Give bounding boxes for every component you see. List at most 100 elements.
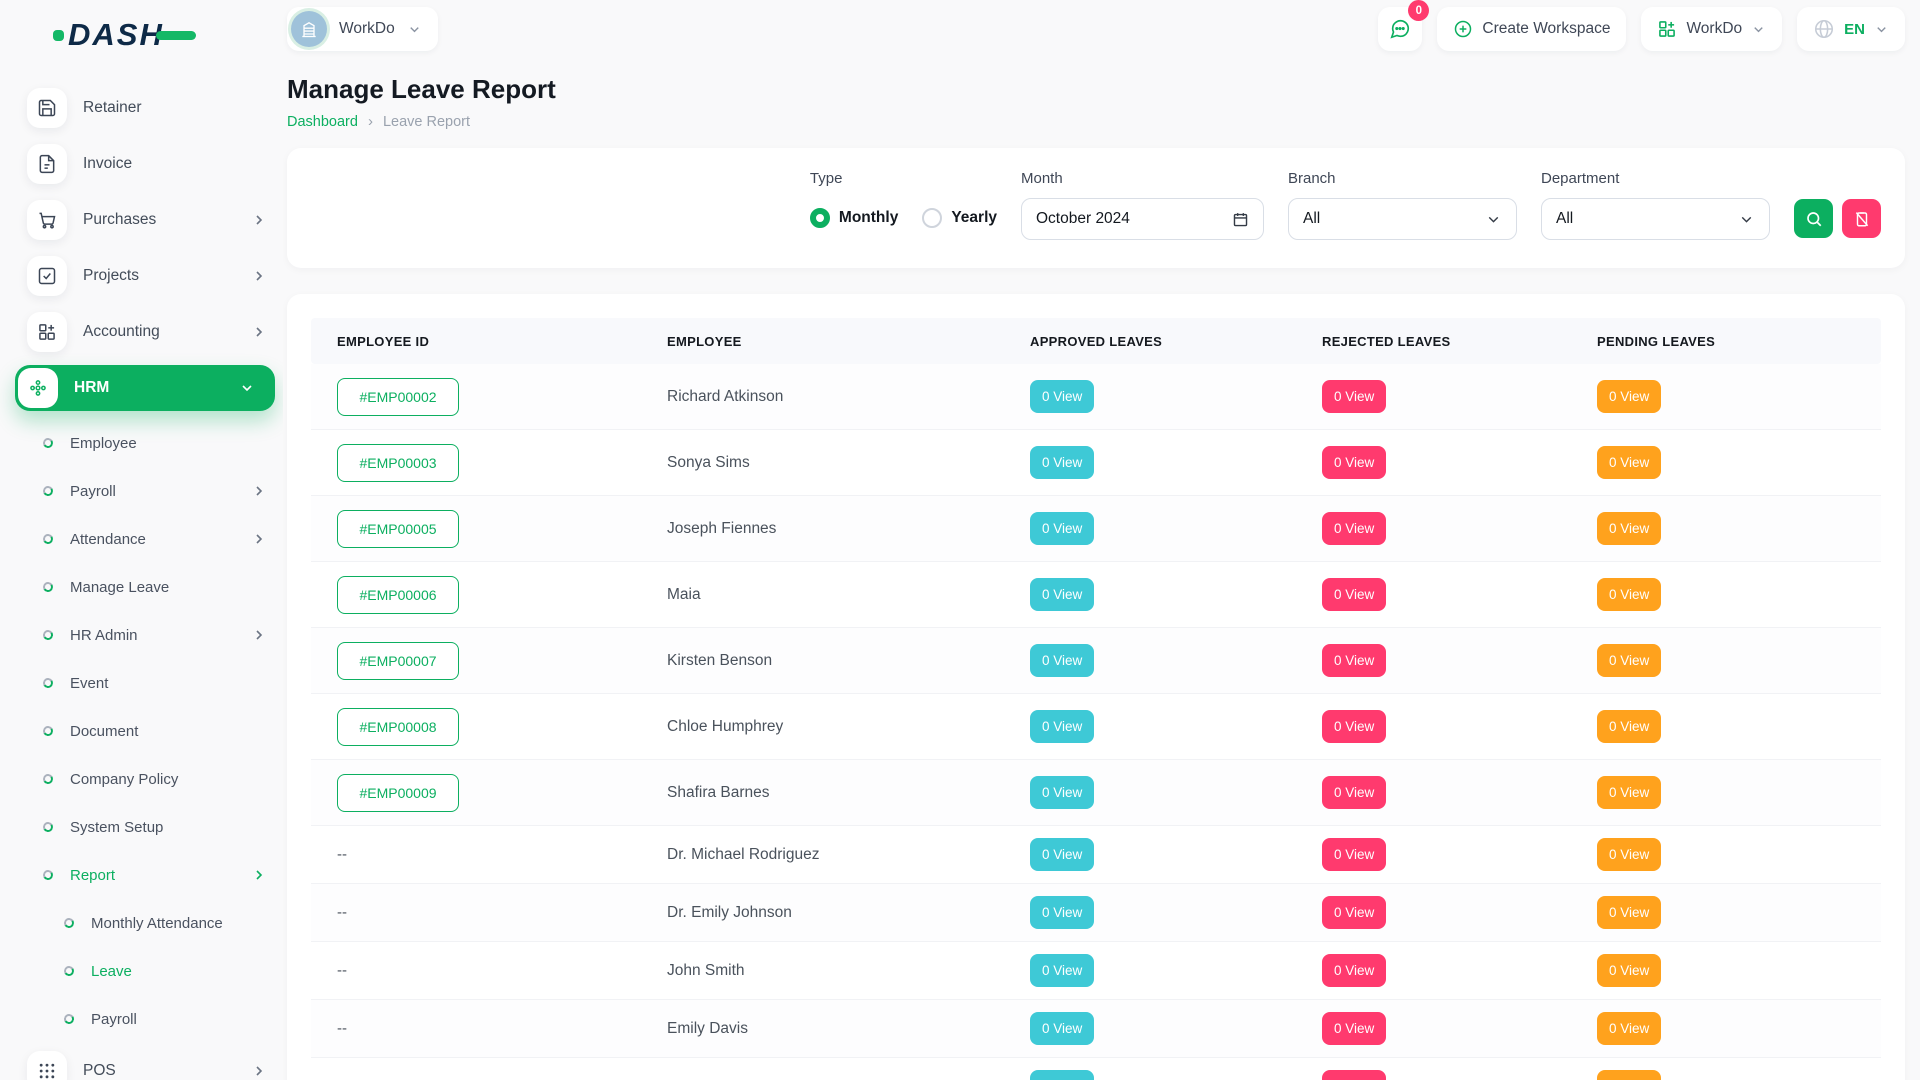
sidebar-item-document[interactable]: Document [27,707,267,755]
approved-leaves-badge[interactable]: 0 View [1030,776,1094,809]
workspace-switcher[interactable]: WorkDo [1641,7,1782,51]
sidebar-item-system-setup[interactable]: System Setup [27,803,267,851]
sidebar-item-retainer[interactable]: Retainer [27,80,267,136]
chevron-right-icon [251,531,267,547]
sidebar-item-event[interactable]: Event [27,659,267,707]
sidebar-item-payroll[interactable]: Payroll [27,467,267,515]
sidebar-item-employee[interactable]: Employee [27,419,267,467]
reset-button[interactable] [1842,199,1881,238]
building-icon [291,11,327,47]
pending-leaves-badge[interactable]: 0 View [1597,1070,1661,1080]
sidebar-item-pos[interactable]: POS [27,1043,267,1080]
workspace-label: WorkDo [339,20,395,38]
sidebar-item-monthly-attendance[interactable]: Monthly Attendance [27,899,267,947]
employee-id-chip[interactable]: #EMP00005 [337,510,459,548]
employee-name: Joseph Fiennes [667,520,1030,538]
bullet-icon [42,869,54,881]
table-row: #EMP00003Sonya Sims0 View0 View0 View [311,430,1881,496]
radio-monthly[interactable]: Monthly [810,208,898,228]
pending-leaves-badge[interactable]: 0 View [1597,896,1661,929]
employee-id-chip[interactable]: #EMP00006 [337,576,459,614]
employee-name: Dr. Michael Rodriguez [667,846,1030,864]
employee-name: Emily Davis [667,1020,1030,1038]
hrm-icon [18,368,58,408]
workspace-pill[interactable]: WorkDo [287,7,438,51]
approved-leaves-badge[interactable]: 0 View [1030,1070,1094,1080]
rejected-leaves-badge[interactable]: 0 View [1322,446,1386,479]
pending-leaves-badge[interactable]: 0 View [1597,776,1661,809]
sidebar-item-label: HRM [74,379,109,397]
employee-id-chip[interactable]: #EMP00002 [337,378,459,416]
type-filter: Type Monthly Yearly [810,170,997,238]
rejected-leaves-badge[interactable]: 0 View [1322,644,1386,677]
rejected-leaves-badge[interactable]: 0 View [1322,1012,1386,1045]
radio-yearly[interactable]: Yearly [922,208,997,228]
approved-leaves-badge[interactable]: 0 View [1030,380,1094,413]
department-select[interactable]: All [1541,198,1770,240]
rejected-leaves-badge[interactable]: 0 View [1322,954,1386,987]
dash-logo[interactable]: DASH [27,12,267,58]
sidebar-item-leave[interactable]: Leave [27,947,267,995]
month-input[interactable]: October 2024 [1021,198,1264,240]
sidebar-item-purchases[interactable]: Purchases [27,192,267,248]
leave-report-table-card: EMPLOYEE ID EMPLOYEE APPROVED LEAVES REJ… [287,294,1905,1080]
approved-leaves-badge[interactable]: 0 View [1030,896,1094,929]
pending-leaves-badge[interactable]: 0 View [1597,710,1661,743]
pending-leaves-badge[interactable]: 0 View [1597,954,1661,987]
employee-id-empty: -- [337,1020,667,1037]
sidebar-item-projects[interactable]: Projects [27,248,267,304]
sidebar-item-report[interactable]: Report [27,851,267,899]
sidebar-item-company-policy[interactable]: Company Policy [27,755,267,803]
pending-leaves-badge[interactable]: 0 View [1597,512,1661,545]
approved-leaves-badge[interactable]: 0 View [1030,578,1094,611]
messages-button[interactable]: 0 [1378,7,1422,51]
rejected-leaves-badge[interactable]: 0 View [1322,578,1386,611]
approved-leaves-badge[interactable]: 0 View [1030,838,1094,871]
chevron-right-icon [251,268,267,284]
search-button[interactable] [1794,199,1833,238]
employee-id-chip[interactable]: #EMP00009 [337,774,459,812]
approved-leaves-badge[interactable]: 0 View [1030,512,1094,545]
sidebar-item-payroll[interactable]: Payroll [27,995,267,1043]
sidebar-item-manage-leave[interactable]: Manage Leave [27,563,267,611]
approved-leaves-badge[interactable]: 0 View [1030,644,1094,677]
rejected-leaves-badge[interactable]: 0 View [1322,512,1386,545]
approved-leaves-badge[interactable]: 0 View [1030,710,1094,743]
chevron-down-icon [239,380,255,396]
employee-name: John Smith [667,962,1030,980]
pending-leaves-badge[interactable]: 0 View [1597,578,1661,611]
sidebar-item-label: Manage Leave [70,579,169,596]
app-root: DASH RetainerInvoicePurchasesProjectsAcc… [0,0,1920,1080]
sidebar-item-accounting[interactable]: Accounting [27,304,267,360]
approved-leaves-badge[interactable]: 0 View [1030,446,1094,479]
rejected-leaves-badge[interactable]: 0 View [1322,1070,1386,1080]
pending-leaves-badge[interactable]: 0 View [1597,1012,1661,1045]
create-workspace-button[interactable]: Create Workspace [1437,7,1626,51]
rejected-leaves-badge[interactable]: 0 View [1322,710,1386,743]
branch-value: All [1303,210,1320,228]
rejected-leaves-badge[interactable]: 0 View [1322,380,1386,413]
employee-name: Richard Atkinson [667,388,1030,406]
branch-select[interactable]: All [1288,198,1517,240]
sidebar-item-hr-admin[interactable]: HR Admin [27,611,267,659]
chevron-down-icon [407,22,422,37]
pending-leaves-badge[interactable]: 0 View [1597,380,1661,413]
employee-id-chip[interactable]: #EMP00007 [337,642,459,680]
rejected-leaves-badge[interactable]: 0 View [1322,776,1386,809]
rejected-leaves-badge[interactable]: 0 View [1322,838,1386,871]
language-selector[interactable]: EN [1797,7,1905,51]
approved-leaves-badge[interactable]: 0 View [1030,1012,1094,1045]
sidebar-item-hrm[interactable]: HRM [15,365,275,411]
sidebar-item-invoice[interactable]: Invoice [27,136,267,192]
pending-leaves-badge[interactable]: 0 View [1597,838,1661,871]
employee-id-chip[interactable]: #EMP00008 [337,708,459,746]
approved-leaves-badge[interactable]: 0 View [1030,954,1094,987]
month-value: October 2024 [1036,210,1130,228]
sidebar-item-attendance[interactable]: Attendance [27,515,267,563]
breadcrumb-home-link[interactable]: Dashboard [287,114,358,130]
rejected-leaves-badge[interactable]: 0 View [1322,896,1386,929]
pending-leaves-badge[interactable]: 0 View [1597,446,1661,479]
pending-leaves-badge[interactable]: 0 View [1597,644,1661,677]
employee-id-chip[interactable]: #EMP00003 [337,444,459,482]
search-icon [1805,210,1823,228]
